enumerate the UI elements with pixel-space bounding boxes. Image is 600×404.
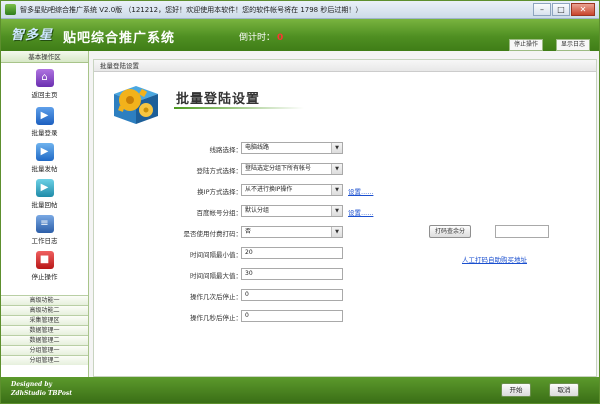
group-data-2[interactable]: 数据管理二 [1,335,88,345]
chevron-down-icon: ▼ [331,227,342,237]
app-window: 智多星贴吧综合推广系统 V2.0版 （121212，您好！欢迎使用本软件！您的软… [0,0,600,404]
chevron-down-icon: ▼ [331,164,342,174]
banner: 智多星 贴吧综合推广系统 倒计时： 0 停止操作 显示日志 [1,19,599,51]
chevron-down-icon: ▼ [331,143,342,153]
login-mode-value: 登陆选定分组下所有帐号 [245,165,312,172]
route-select[interactable]: 电脑线路 ▼ [241,142,343,154]
route-row: 线路选择： 电脑线路 ▼ [94,142,594,156]
captcha-points-field[interactable] [495,225,549,238]
ip-mode-row: 换IP方式选择： 从不进行换IP操作 ▼ 设置...... [94,184,594,198]
max-interval-label: 时间间隔最大值： [190,272,242,280]
group-settings-link[interactable]: 设置...... [348,207,373,217]
ip-mode-value: 从不进行换IP操作 [245,186,293,193]
stop-after-secs-label: 操作几秒后停止： [190,314,242,322]
group-advanced-1[interactable]: 高级功能一 [1,295,88,305]
sidebar-item-label: 批量发帖 [31,165,58,173]
app-name: 贴吧综合推广系统 [63,31,176,46]
app-icon [5,4,16,15]
sidebar-item-label: 批量回帖 [31,201,58,209]
ip-mode-select[interactable]: 从不进行换IP操作 ▼ [241,184,343,196]
title-underline [174,107,304,109]
designer-credit: Designed by ZdhStudio TBPost [11,380,72,398]
sidebar: 基本操作区 ⌂ 返回主页 ▶ 批量登录 ▶ 批量发帖 ▶ 批量回帖 ≡ 工作日志… [1,51,89,377]
group-collect[interactable]: 采集管理区 [1,315,88,325]
countdown-value: 0 [277,33,284,43]
play-icon: ▶ [35,179,54,197]
start-button[interactable]: 开始 [501,383,531,397]
minimize-button[interactable]: – [533,3,551,16]
stop-after-secs-row: 操作几秒后停止： 0 [94,310,594,324]
maximize-button[interactable]: □ [552,3,570,16]
window-title: 智多星贴吧综合推广系统 V2.0版 （121212，您好！欢迎使用本软件！您的软… [20,6,363,14]
sidebar-item-label: 返回主页 [31,91,58,99]
group-data-1[interactable]: 数据管理一 [1,325,88,335]
account-group-select[interactable]: 默认分组 ▼ [241,205,343,217]
query-points-button[interactable]: 打码查余分 [429,225,472,238]
sidebar-item-label: 停止操作 [31,273,58,281]
captcha-row: 是否使用付费打码： 否 ▼ 打码查余分 [94,225,594,240]
studio-text: ZdhStudio TBPost [11,390,73,397]
account-group-value: 默认分组 [245,207,270,214]
sidebar-group-list: 高级功能一 高级功能二 采集管理区 数据管理一 数据管理二 分组管理一 分组管理… [1,295,88,365]
account-group-label: 百度帐号分组： [196,209,243,217]
min-interval-input[interactable]: 20 [241,247,343,259]
group-advanced-2[interactable]: 高级功能二 [1,305,88,315]
route-label: 线路选择： [209,146,243,154]
ip-mode-label: 换IP方式选择： [197,188,242,196]
route-value: 电脑线路 [245,144,270,151]
cancel-button[interactable]: 取消 [549,383,579,397]
close-button[interactable]: ✕ [571,3,595,16]
play-icon: ▶ [35,143,54,161]
captcha-value: 否 [245,228,252,235]
login-mode-select[interactable]: 登陆选定分组下所有帐号 ▼ [241,163,343,175]
stop-after-ops-input[interactable]: 0 [241,289,343,301]
max-interval-input[interactable]: 30 [241,268,343,280]
captcha-label: 是否使用付费打码： [183,230,243,238]
sidebar-item-label: 批量登录 [31,129,58,137]
login-mode-label: 登陆方式选择： [196,167,243,175]
footer-bar: Designed by ZdhStudio TBPost 开始 取消 [1,377,599,403]
play-icon: ▶ [35,107,54,125]
manual-captcha-link[interactable]: 人工打码自助购买地址 [462,254,527,264]
stop-after-secs-input[interactable]: 0 [241,310,343,322]
tab-bar: 批量登陆设置 [94,60,596,72]
stop-after-ops-label: 操作几次后停止： [190,293,242,301]
page-title: 批量登陆设置 [176,92,261,107]
group-group-1[interactable]: 分组管理一 [1,345,88,355]
stop-icon: ■ [35,251,54,269]
window-controls: – □ ✕ [532,3,595,16]
gear-settings-icon [114,86,158,124]
max-interval-row: 时间间隔最大值： 30 [94,268,594,282]
account-group-row: 百度帐号分组： 默认分组 ▼ 设置...... [94,205,594,219]
login-mode-row: 登陆方式选择： 登陆选定分组下所有帐号 ▼ [94,163,594,177]
chevron-down-icon: ▼ [331,206,342,216]
countdown: 倒计时： 0 [239,30,283,43]
sidebar-item-batch-login[interactable]: ▶ 批量登录 [1,107,88,143]
min-interval-label: 时间间隔最小值： [190,251,242,259]
document-icon: ≡ [35,215,54,233]
sidebar-header: 基本操作区 [1,51,88,63]
main-panel: 批量登陆设置 批量登陆设置 线路选择： 电脑线路 ▼ 登陆方式选择： 登陆选定分… [93,59,597,377]
home-icon: ⌂ [35,69,54,87]
countdown-label: 倒计时： [239,33,276,43]
logo: 智多星 [11,28,54,43]
sidebar-item-batch-reply[interactable]: ▶ 批量回帖 [1,179,88,215]
group-group-2[interactable]: 分组管理二 [1,355,88,365]
captcha-select[interactable]: 否 ▼ [241,226,343,238]
sidebar-item-stop[interactable]: ■ 停止操作 [1,251,88,287]
title-bar: 智多星贴吧综合推广系统 V2.0版 （121212，您好！欢迎使用本软件！您的软… [1,1,599,19]
designed-by-text: Designed by [11,381,53,388]
show-log-button[interactable]: 显示日志 [556,39,591,51]
sidebar-item-label: 工作日志 [31,237,58,245]
sidebar-item-home[interactable]: ⌂ 返回主页 [1,69,88,105]
tab-batch-login-settings[interactable]: 批量登陆设置 [94,60,145,72]
chevron-down-icon: ▼ [331,185,342,195]
stop-operation-button[interactable]: 停止操作 [509,39,544,51]
ip-settings-link[interactable]: 设置...... [348,186,373,196]
sidebar-item-work-log[interactable]: ≡ 工作日志 [1,215,88,251]
stop-after-ops-row: 操作几次后停止： 0 [94,289,594,303]
sidebar-item-batch-post[interactable]: ▶ 批量发帖 [1,143,88,179]
